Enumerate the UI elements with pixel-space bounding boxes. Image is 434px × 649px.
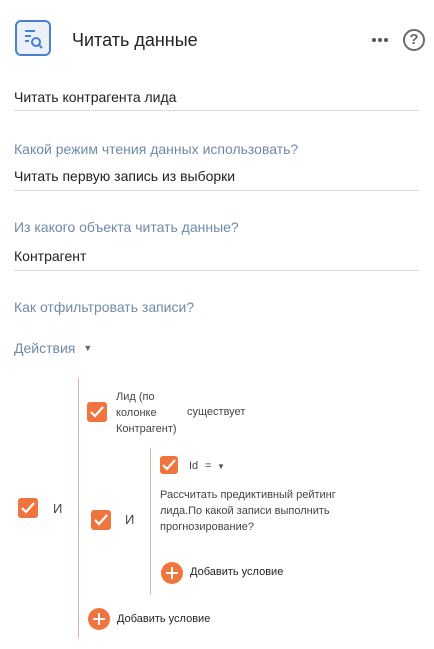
inner-condition-value-line1[interactable]: Рассчитать предиктивный рейтинг xyxy=(160,487,336,503)
outer-group-line xyxy=(78,378,79,638)
inner-group-operator[interactable]: И xyxy=(125,512,134,527)
inner-condition-column[interactable]: Id xyxy=(189,458,198,474)
outer-group-checkbox[interactable] xyxy=(18,498,38,518)
inner-condition-comparison[interactable]: = xyxy=(205,458,211,474)
read-mode-value: Читать первую запись из выборки xyxy=(14,168,236,184)
condition-column-line1[interactable]: Лид (по xyxy=(116,389,155,405)
actions-dropdown[interactable]: Действия ▼ xyxy=(14,340,92,356)
inner-condition-value-line2[interactable]: лида.По какой записи выполнить xyxy=(160,503,330,519)
outer-group-operator[interactable]: И xyxy=(53,501,62,516)
object-label: Из какого объекта читать данные? xyxy=(14,219,239,235)
condition-comparison[interactable]: существует xyxy=(187,404,245,420)
divider xyxy=(14,270,419,271)
inner-condition-checkbox[interactable] xyxy=(160,456,178,474)
page-title: Читать данные xyxy=(72,30,198,50)
read-mode-field[interactable]: Читать первую запись из выборки xyxy=(14,168,419,190)
inner-add-condition-icon[interactable] xyxy=(161,562,183,584)
filter-label: Как отфильтровать записи? xyxy=(14,299,195,315)
read-data-icon xyxy=(15,20,51,56)
condition-column-line3[interactable]: Контрагент) xyxy=(116,421,177,437)
caret-down-icon: ▼ xyxy=(83,343,93,353)
add-condition-label[interactable]: Добавить условие xyxy=(117,613,210,625)
element-name-field[interactable]: Читать контрагента лида xyxy=(14,89,419,111)
inner-add-condition-label[interactable]: Добавить условие xyxy=(190,566,283,578)
divider xyxy=(14,110,419,111)
help-icon[interactable]: ? xyxy=(403,29,425,51)
header: Читать данные ? xyxy=(0,0,434,80)
read-mode-label: Какой режим чтения данных использовать? xyxy=(14,141,299,157)
condition-column-line2[interactable]: колонке xyxy=(116,405,157,421)
actions-label: Действия xyxy=(14,340,76,356)
inner-group-line xyxy=(150,448,151,595)
element-name-value: Читать контрагента лида xyxy=(14,89,177,105)
object-field[interactable]: Контрагент xyxy=(14,248,419,270)
more-icon[interactable] xyxy=(370,30,390,50)
condition-checkbox[interactable] xyxy=(87,402,107,422)
comparison-dropdown-icon[interactable]: ▼ xyxy=(217,459,225,475)
divider xyxy=(14,190,419,191)
add-condition-icon[interactable] xyxy=(88,608,110,630)
object-value: Контрагент xyxy=(14,248,87,264)
inner-condition-value-line3[interactable]: прогнозирование? xyxy=(160,519,254,535)
inner-group-checkbox[interactable] xyxy=(91,510,111,530)
